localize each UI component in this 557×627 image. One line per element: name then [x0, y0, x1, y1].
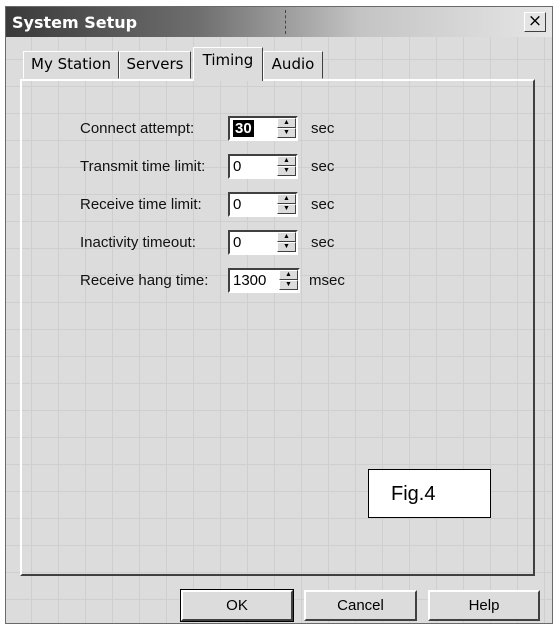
triangle-down-icon[interactable]: ▼ [277, 242, 296, 252]
inactivity-timeout-spinner[interactable]: ▲ ▼ [277, 232, 296, 253]
connect-attempt-label: Connect attempt: [80, 120, 195, 137]
receive-time-limit-unit: sec [311, 196, 335, 213]
triangle-up-icon[interactable]: ▲ [277, 118, 296, 128]
transmit-time-limit-unit: sec [311, 158, 335, 175]
triangle-down-icon[interactable]: ▼ [279, 280, 298, 290]
receive-hang-time-label: Receive hang time: [80, 272, 209, 289]
tab-label: Servers [126, 55, 184, 73]
close-button[interactable]: × [524, 12, 546, 32]
transmit-time-limit-value: 0 [233, 158, 242, 175]
title-divider [285, 10, 286, 34]
inactivity-timeout-input[interactable]: 0 ▲ ▼ [228, 230, 298, 255]
triangle-down-icon[interactable]: ▼ [277, 166, 296, 176]
triangle-up-icon[interactable]: ▲ [277, 232, 296, 242]
ok-button[interactable]: OK [180, 589, 294, 622]
tab-label: Timing [202, 51, 254, 69]
inactivity-timeout-unit: sec [311, 234, 335, 251]
transmit-time-limit-label: Transmit time limit: [80, 158, 206, 175]
help-button[interactable]: Help [428, 590, 540, 621]
receive-hang-time-unit: msec [309, 272, 345, 289]
window-title: System Setup [12, 13, 138, 32]
receive-time-limit-spinner[interactable]: ▲ ▼ [277, 194, 296, 215]
ok-button-label: OK [226, 597, 248, 614]
triangle-down-icon[interactable]: ▼ [277, 128, 296, 138]
close-icon: × [527, 11, 543, 31]
connect-attempt-spinner[interactable]: ▲ ▼ [277, 118, 296, 139]
inactivity-timeout-label: Inactivity timeout: [80, 234, 196, 251]
title-bar[interactable]: System Setup × [6, 7, 552, 37]
receive-hang-time-value: 1300 [233, 272, 267, 289]
tab-audio[interactable]: Audio [263, 51, 323, 79]
receive-hang-time-spinner[interactable]: ▲ ▼ [279, 270, 298, 291]
receive-time-limit-input[interactable]: 0 ▲ ▼ [228, 192, 298, 217]
transmit-time-limit-spinner[interactable]: ▲ ▼ [277, 156, 296, 177]
connect-attempt-unit: sec [311, 120, 335, 137]
tab-my-station[interactable]: My Station [23, 51, 119, 79]
inactivity-timeout-value: 0 [233, 234, 242, 251]
figure-label: Fig.4 [368, 469, 491, 518]
tab-servers[interactable]: Servers [119, 51, 191, 79]
tab-label: Audio [271, 55, 315, 73]
receive-time-limit-label: Receive time limit: [80, 196, 202, 213]
tab-timing[interactable]: Timing [193, 47, 263, 81]
triangle-up-icon[interactable]: ▲ [277, 194, 296, 204]
help-button-label: Help [468, 597, 500, 614]
tab-label: My Station [31, 55, 111, 73]
cancel-button[interactable]: Cancel [304, 590, 417, 621]
transmit-time-limit-input[interactable]: 0 ▲ ▼ [228, 154, 298, 179]
connect-attempt-value: 30 [233, 120, 254, 137]
system-setup-dialog: System Setup × My Station Servers Timing… [5, 6, 553, 624]
triangle-up-icon[interactable]: ▲ [277, 156, 296, 166]
triangle-up-icon[interactable]: ▲ [279, 270, 298, 280]
connect-attempt-input[interactable]: 30 ▲ ▼ [228, 116, 298, 141]
receive-time-limit-value: 0 [233, 196, 242, 213]
cancel-button-label: Cancel [337, 597, 384, 614]
triangle-down-icon[interactable]: ▼ [277, 204, 296, 214]
receive-hang-time-input[interactable]: 1300 ▲ ▼ [228, 268, 300, 293]
